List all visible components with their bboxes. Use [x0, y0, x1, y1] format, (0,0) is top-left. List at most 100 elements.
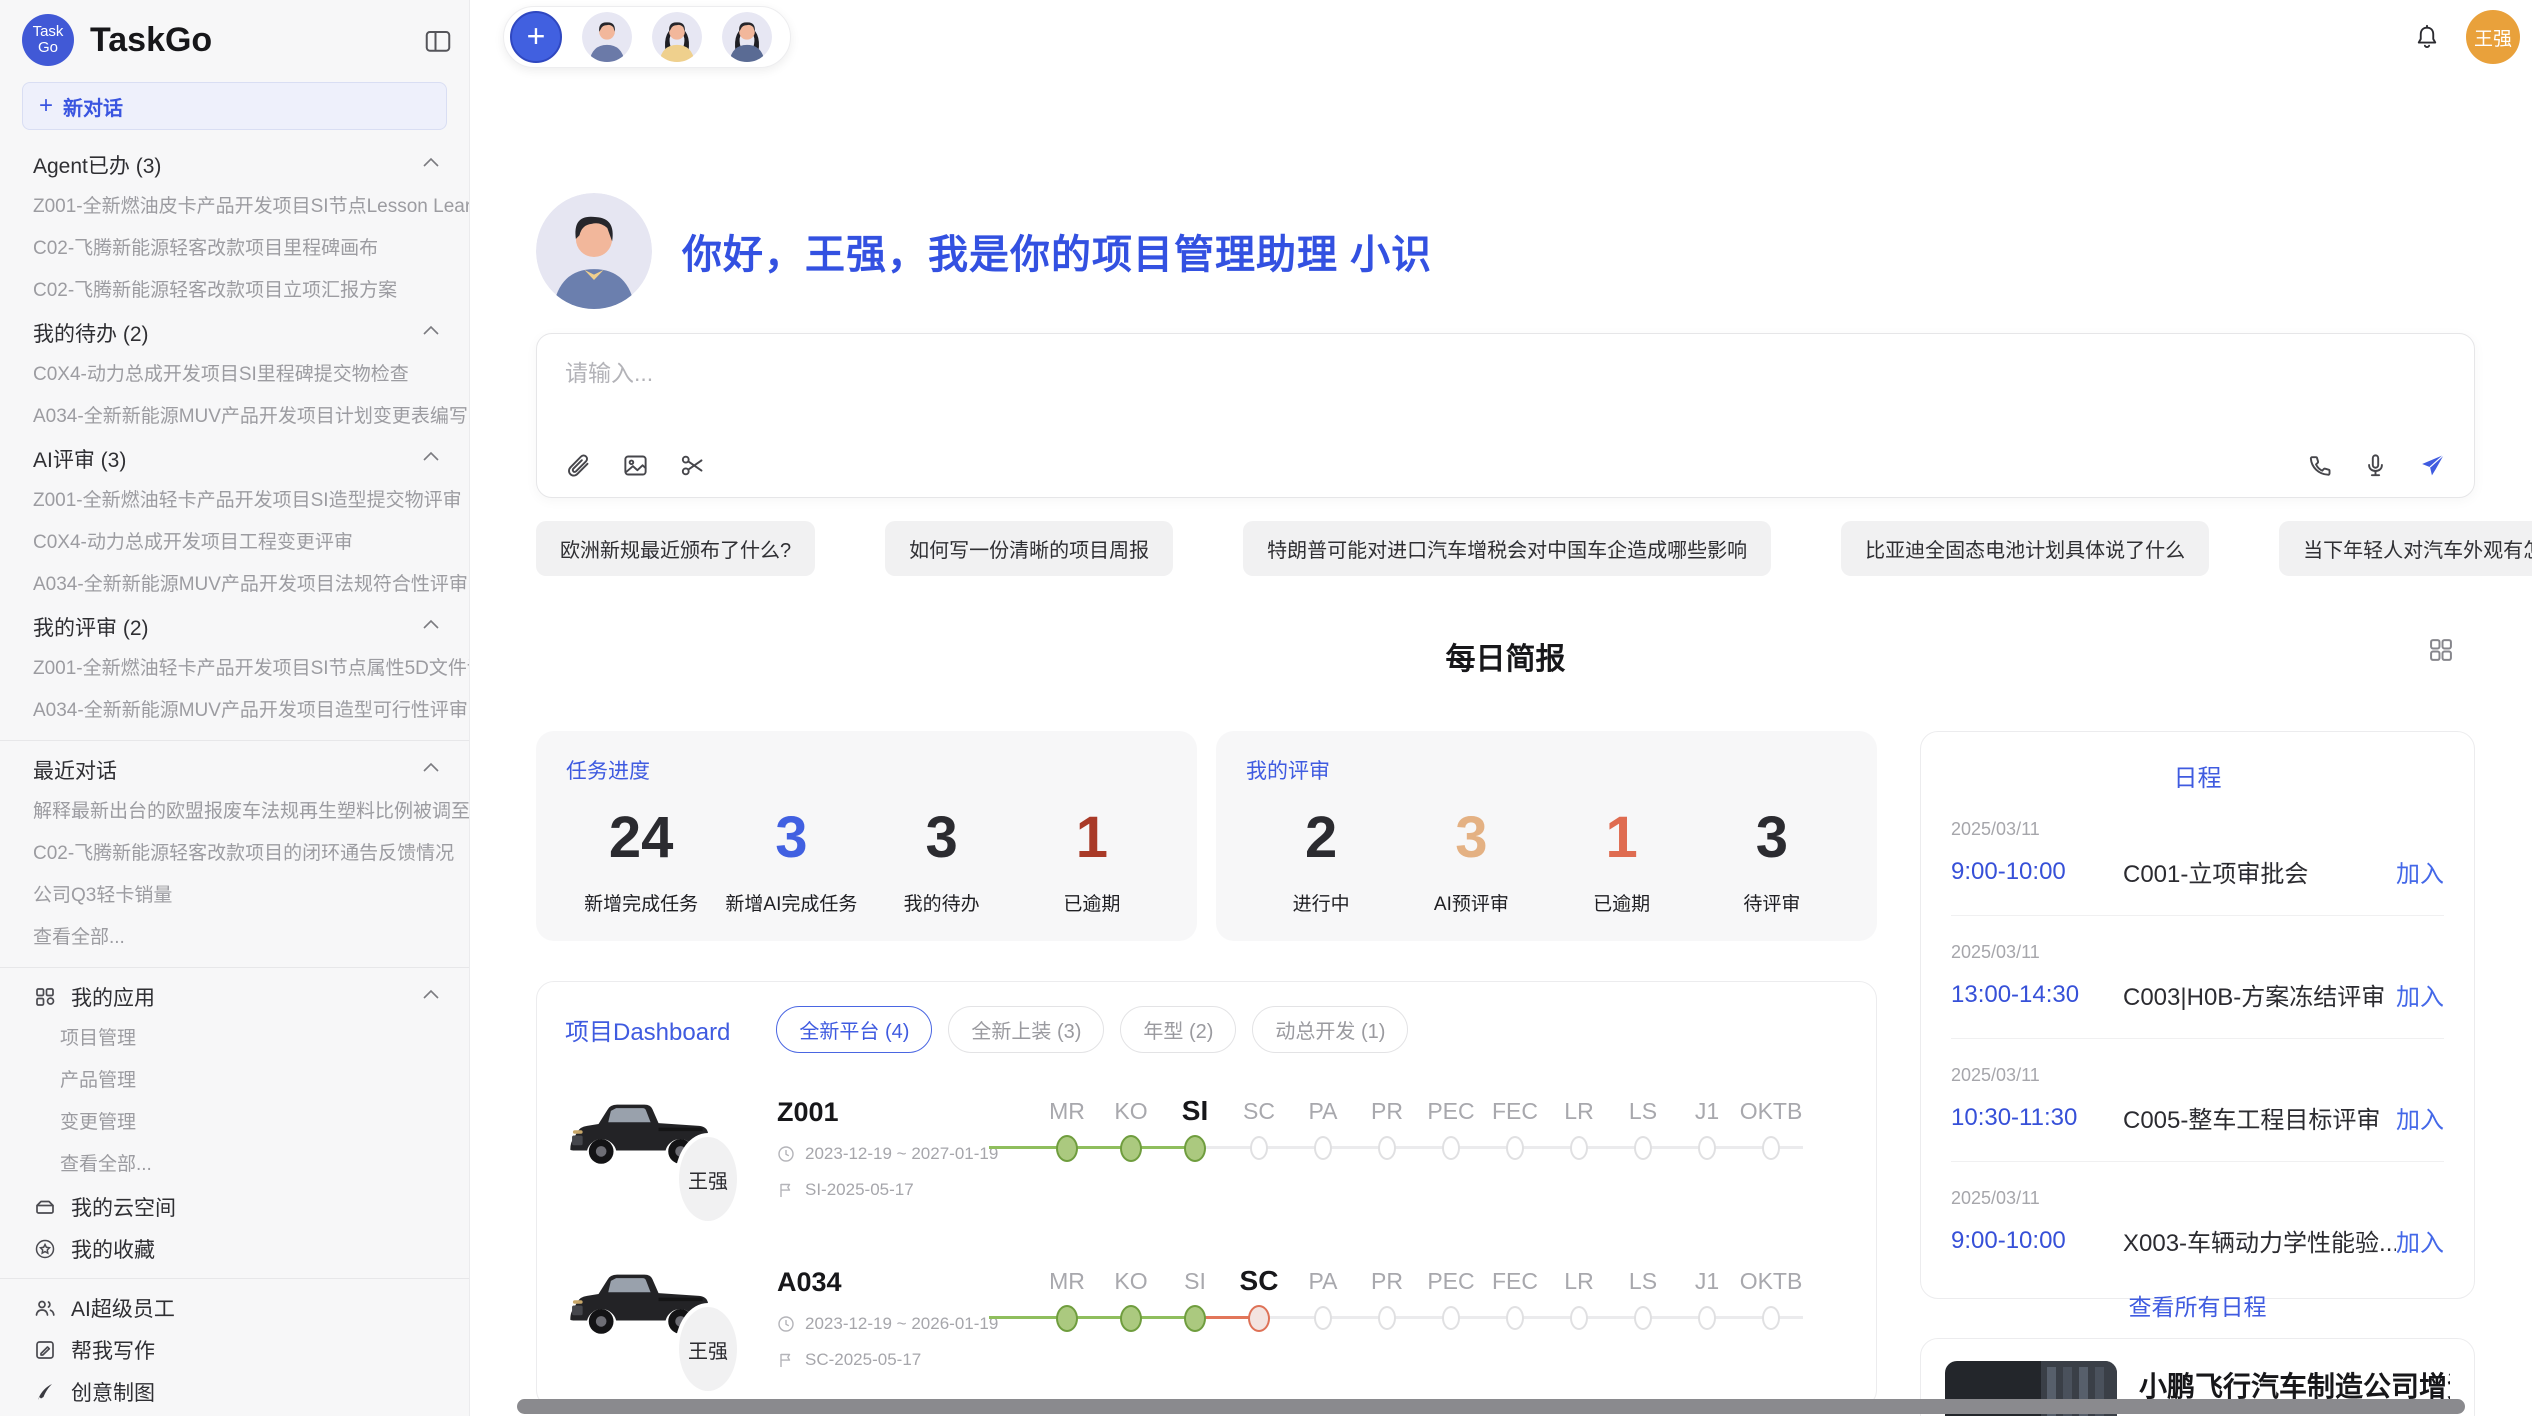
- milestone-cells: MRKOSISCPAPRPECFECLRLSJ1OKTB: [1035, 1261, 1848, 1333]
- milestone-dot[interactable]: [1570, 1306, 1588, 1330]
- sidebar-collapse-icon[interactable]: [423, 27, 453, 53]
- milestone-dot[interactable]: [1056, 1305, 1078, 1332]
- sidebar-tool-write[interactable]: 帮我写作: [0, 1329, 469, 1371]
- milestone-dot[interactable]: [1378, 1136, 1396, 1160]
- milestone-dot[interactable]: [1248, 1305, 1270, 1332]
- project-list: 王强Z0012023-12-19 ~ 2027-01-19SI-2025-05-…: [565, 1091, 1848, 1408]
- task-item[interactable]: A034-全新新能源MUV产品开发项目计划变更表编写: [0, 396, 469, 438]
- filter-chip[interactable]: 年型 (2): [1120, 1006, 1236, 1053]
- milestone-label: FEC: [1483, 1091, 1547, 1131]
- filter-chip[interactable]: 全新上装 (3): [948, 1006, 1104, 1053]
- microphone-icon[interactable]: [2362, 452, 2389, 479]
- sidebar-section-1-header[interactable]: 我的待办 (2): [0, 312, 469, 354]
- suggestion-chip[interactable]: 欧洲新规最近颁布了什么?: [536, 521, 815, 576]
- milestone-dot[interactable]: [1250, 1136, 1268, 1160]
- project-code[interactable]: A034: [777, 1267, 1035, 1298]
- image-upload-icon[interactable]: [622, 452, 649, 479]
- milestone-label: SC: [1227, 1091, 1291, 1131]
- task-item[interactable]: C0X4-动力总成开发项目SI里程碑提交物检查: [0, 354, 469, 396]
- milestone-dot[interactable]: [1056, 1135, 1078, 1162]
- scissors-icon[interactable]: [679, 452, 706, 479]
- layout-grid-icon[interactable]: [2427, 636, 2455, 664]
- join-link[interactable]: 加入: [2396, 854, 2444, 889]
- recent-chat-item[interactable]: 解释最新出台的欧盟报废车法规再生塑料比例被调至15%...: [0, 791, 469, 833]
- sidebar-section-3-header[interactable]: 我的评审 (2): [0, 606, 469, 648]
- suggestion-chip[interactable]: 如何写一份清晰的项目周报: [885, 521, 1173, 576]
- add-member-button[interactable]: +: [510, 11, 562, 63]
- filter-chip[interactable]: 全新平台 (4): [776, 1006, 932, 1053]
- app-item[interactable]: 产品管理: [0, 1060, 469, 1102]
- milestone-dot[interactable]: [1442, 1136, 1460, 1160]
- greeting-block: 你好，王强，我是你的项目管理助理 小识: [536, 193, 2475, 309]
- milestone-dot[interactable]: [1378, 1306, 1396, 1330]
- member-avatar-1[interactable]: [582, 12, 632, 62]
- milestone-dot[interactable]: [1698, 1136, 1716, 1160]
- sidebar-section-2-header[interactable]: AI评审 (3): [0, 438, 469, 480]
- recent-chat-item[interactable]: 公司Q3轻卡销量: [0, 875, 469, 917]
- horizontal-scrollbar[interactable]: [517, 1399, 2465, 1414]
- sidebar-section-0-header[interactable]: Agent已办 (3): [0, 144, 469, 186]
- milestone-dot[interactable]: [1120, 1135, 1142, 1162]
- milestone-dot[interactable]: [1698, 1306, 1716, 1330]
- user-avatar[interactable]: 王强: [2466, 10, 2520, 64]
- attach-file-icon[interactable]: [565, 452, 592, 479]
- milestone-dot[interactable]: [1762, 1136, 1780, 1160]
- recent-chats-header[interactable]: 最近对话: [0, 749, 469, 791]
- milestone-SI: SI: [1163, 1261, 1227, 1333]
- recent-chat-item[interactable]: 查看全部...: [0, 917, 469, 959]
- my-apps-header[interactable]: 我的应用: [0, 976, 469, 1018]
- milestone-dot[interactable]: [1314, 1136, 1332, 1160]
- task-item[interactable]: C0X4-动力总成开发项目工程变更评审: [0, 522, 469, 564]
- join-link[interactable]: 加入: [2396, 977, 2444, 1012]
- send-icon[interactable]: [2419, 452, 2446, 479]
- view-all-schedule-link[interactable]: 查看所有日程: [1951, 1288, 2444, 1322]
- milestone-dot[interactable]: [1506, 1306, 1524, 1330]
- task-item[interactable]: Z001-全新燃油轻卡产品开发项目SI节点属性5D文件评审: [0, 648, 469, 690]
- join-link[interactable]: 加入: [2396, 1223, 2444, 1258]
- join-link[interactable]: 加入: [2396, 1100, 2444, 1135]
- sidebar-tool-pen[interactable]: 创意制图: [0, 1371, 469, 1413]
- sidebar-tool-label: 帮我写作: [71, 1335, 441, 1365]
- stat-label: 待评审: [1697, 889, 1847, 916]
- milestone-dot[interactable]: [1184, 1305, 1206, 1332]
- milestone-dot[interactable]: [1184, 1135, 1206, 1162]
- filter-chip[interactable]: 动总开发 (1): [1252, 1006, 1408, 1053]
- schedule-event: 2025/03/119:00-10:00X003-车辆动力学性能验...加入: [1951, 1188, 2444, 1258]
- task-item[interactable]: Z001-全新燃油轻卡产品开发项目SI造型提交物评审: [0, 480, 469, 522]
- milestone-dot[interactable]: [1506, 1136, 1524, 1160]
- task-item[interactable]: A034-全新新能源MUV产品开发项目造型可行性评审: [0, 690, 469, 732]
- milestone-dot[interactable]: [1120, 1305, 1142, 1332]
- app-item[interactable]: 变更管理: [0, 1102, 469, 1144]
- app-item[interactable]: 查看全部...: [0, 1144, 469, 1186]
- milestone-dot[interactable]: [1442, 1306, 1460, 1330]
- chat-input[interactable]: [565, 360, 2446, 387]
- milestone-dot[interactable]: [1634, 1136, 1652, 1160]
- sidebar-item-badge[interactable]: 我的收藏: [0, 1228, 469, 1270]
- milestone-dot[interactable]: [1634, 1306, 1652, 1330]
- app-item[interactable]: 项目管理: [0, 1018, 469, 1060]
- suggestion-chip[interactable]: 比亚迪全固态电池计划具体说了什么: [1841, 521, 2209, 576]
- member-avatar-2[interactable]: [652, 12, 702, 62]
- new-chat-button[interactable]: + 新对话: [22, 82, 447, 130]
- project-code[interactable]: Z001: [777, 1097, 1035, 1128]
- voice-call-icon[interactable]: [2305, 452, 2332, 479]
- sidebar-item-cloud[interactable]: 我的云空间: [0, 1186, 469, 1228]
- milestone-label: LS: [1611, 1261, 1675, 1301]
- task-item[interactable]: C02-飞腾新能源轻客改款项目里程碑画布: [0, 228, 469, 270]
- milestone-dot[interactable]: [1570, 1136, 1588, 1160]
- milestone-dot[interactable]: [1762, 1306, 1780, 1330]
- stat-label: 进行中: [1246, 889, 1396, 916]
- task-item[interactable]: C02-飞腾新能源轻客改款项目立项汇报方案: [0, 270, 469, 312]
- notification-bell-icon[interactable]: [2412, 22, 2442, 52]
- task-item[interactable]: Z001-全新燃油皮卡产品开发项目SI节点Lesson Learn报告: [0, 186, 469, 228]
- recent-chat-item[interactable]: C02-飞腾新能源轻客改款项目的闭环通告反馈情况: [0, 833, 469, 875]
- member-avatar-3[interactable]: [722, 12, 772, 62]
- task-item[interactable]: A034-全新新能源MUV产品开发项目法规符合性评审: [0, 564, 469, 606]
- project-dates: 2023-12-19 ~ 2026-01-19: [805, 1314, 998, 1334]
- sidebar-tool-people[interactable]: AI超级员工: [0, 1287, 469, 1329]
- suggestion-chip[interactable]: 特朗普可能对进口汽车增税会对中国车企造成哪些影响: [1243, 521, 1771, 576]
- milestone-dot[interactable]: [1314, 1306, 1332, 1330]
- milestone-label: OKTB: [1739, 1091, 1803, 1131]
- milestone-date: SC-2025-05-17: [805, 1350, 921, 1370]
- suggestion-chip[interactable]: 当下年轻人对汽车外观有怎样的喜好趋势: [2279, 521, 2532, 576]
